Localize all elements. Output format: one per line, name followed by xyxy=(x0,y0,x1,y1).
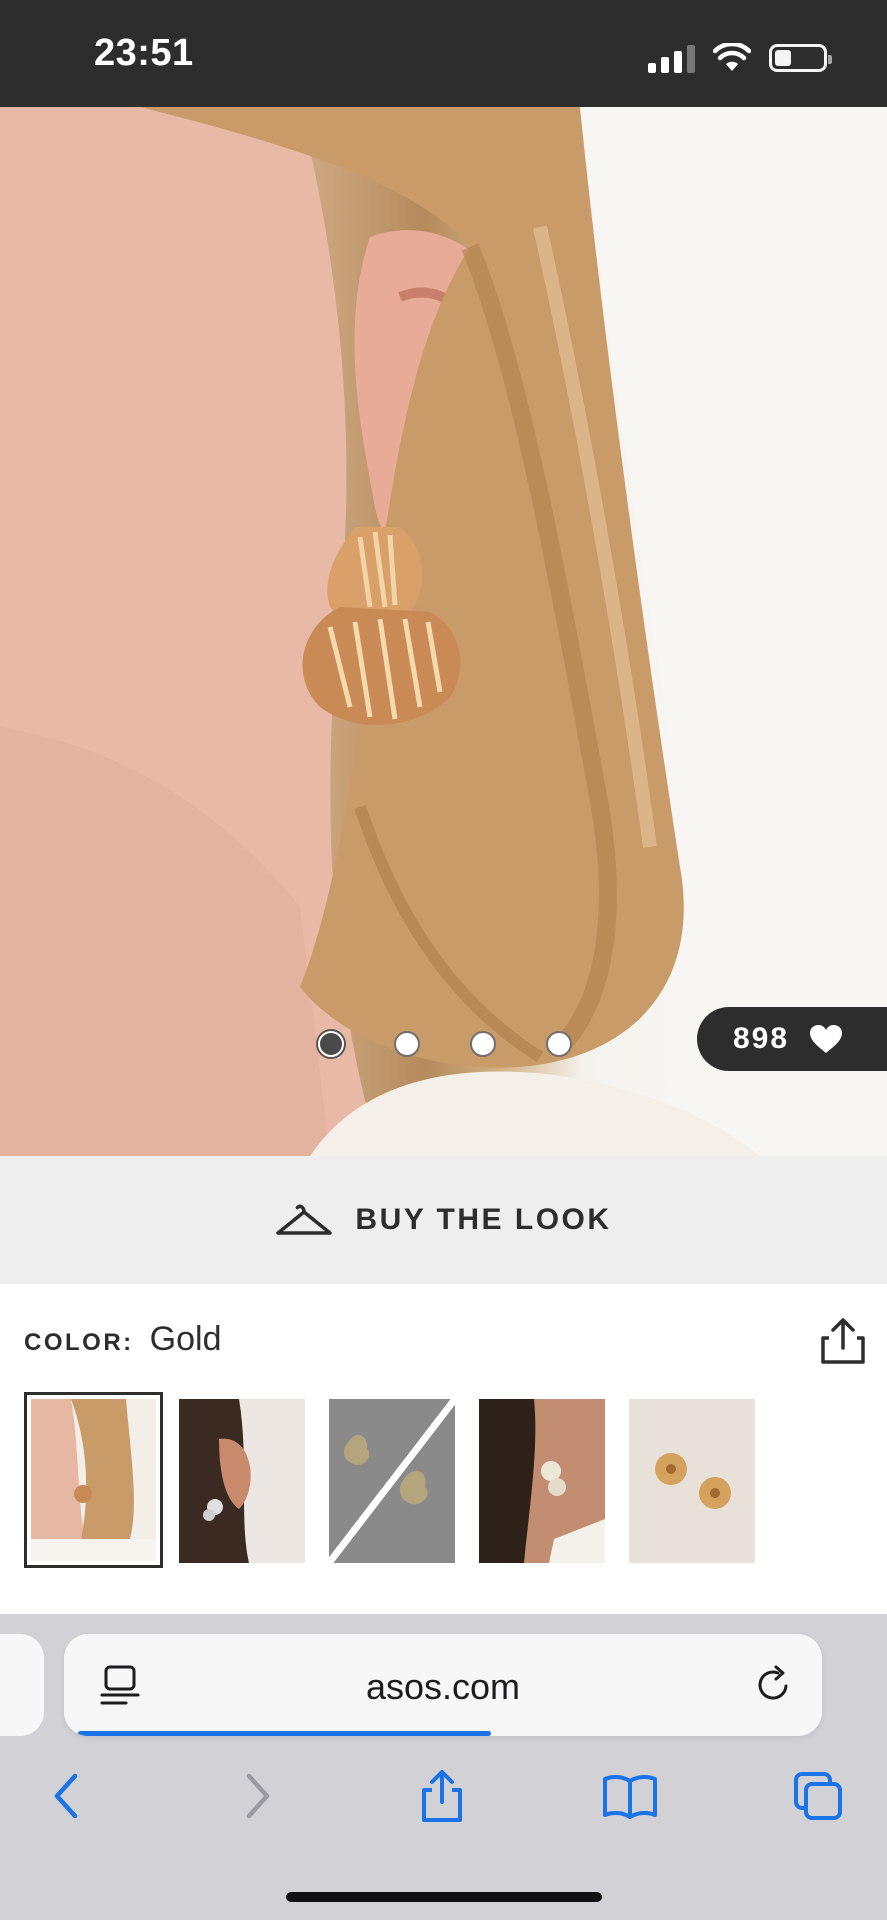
forward-button[interactable] xyxy=(226,1764,290,1828)
bookmarks-button[interactable] xyxy=(598,1764,662,1828)
status-time: 23:51 xyxy=(94,32,194,74)
browser-toolbar xyxy=(0,1764,887,1854)
status-bar: 23:51 xyxy=(0,0,887,107)
back-button[interactable] xyxy=(34,1764,98,1828)
pager-dot[interactable] xyxy=(470,1031,496,1057)
share-icon xyxy=(422,1770,462,1822)
status-icons xyxy=(648,40,832,76)
model-ear-earring-photo xyxy=(0,107,887,1156)
tabs-icon xyxy=(794,1772,842,1820)
back-icon xyxy=(54,1773,78,1819)
buy-the-look-label: BUY THE LOOK xyxy=(355,1203,612,1236)
reload-icon[interactable] xyxy=(754,1664,794,1706)
cellular-signal-icon xyxy=(648,43,695,73)
color-value: Gold xyxy=(149,1320,222,1358)
pager-dot[interactable] xyxy=(546,1031,572,1057)
bookmarks-icon xyxy=(603,1774,657,1819)
likes-count: 898 xyxy=(733,1022,790,1055)
product-image[interactable]: 898 xyxy=(0,107,887,1156)
page-load-progress xyxy=(78,1731,491,1736)
wifi-icon xyxy=(713,43,751,71)
forward-icon xyxy=(246,1773,270,1819)
pager-dot[interactable] xyxy=(394,1031,420,1057)
color-label: COLOR: xyxy=(24,1329,134,1356)
color-swatches xyxy=(24,1392,764,1572)
hanger-icon xyxy=(276,1204,333,1235)
gallery-pager[interactable] xyxy=(318,1031,572,1057)
color-swatch-pearl[interactable] xyxy=(479,1399,605,1563)
url-text: asos.com xyxy=(365,1666,521,1707)
buy-the-look-button[interactable]: BUY THE LOOK xyxy=(0,1156,887,1284)
pager-dot[interactable] xyxy=(318,1031,344,1057)
color-swatch-gold[interactable] xyxy=(24,1392,163,1568)
save-for-later-button[interactable]: 898 xyxy=(697,1007,887,1071)
address-bar[interactable]: asos.com xyxy=(64,1634,822,1736)
home-indicator xyxy=(286,1892,602,1902)
tabs-button[interactable] xyxy=(786,1764,850,1828)
color-swatch-silver[interactable] xyxy=(179,1399,305,1563)
browser-chrome: asos.com xyxy=(0,1614,887,1920)
color-swatch-unavailable[interactable] xyxy=(329,1399,455,1563)
share-icon[interactable] xyxy=(819,1316,867,1366)
color-selector-header: COLOR: Gold xyxy=(24,1320,221,1359)
color-swatch-gold-flower[interactable] xyxy=(629,1399,755,1563)
battery-icon xyxy=(769,44,832,72)
heart-icon xyxy=(810,1025,843,1053)
previous-tab[interactable] xyxy=(0,1634,44,1736)
browser-share-button[interactable] xyxy=(410,1764,474,1828)
